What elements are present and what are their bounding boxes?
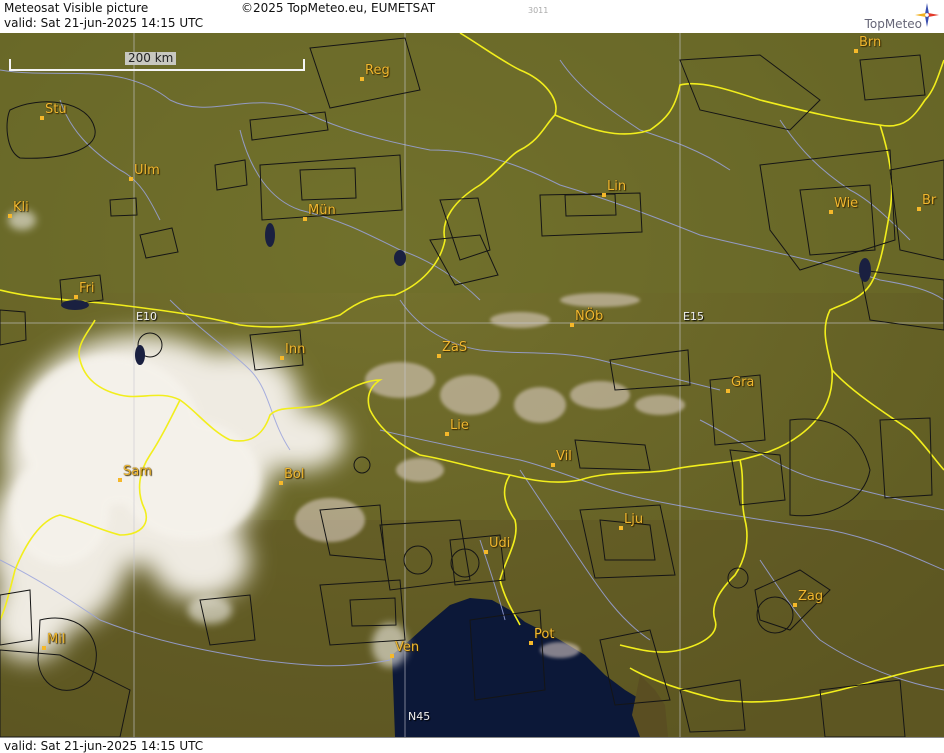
city-marker-lin	[602, 193, 606, 197]
grid-label-e15: E15	[683, 310, 704, 323]
city-marker-stu	[40, 116, 44, 120]
city-label-sam[interactable]: Sam	[123, 464, 152, 479]
valid-time: valid: Sat 21-jun-2025 14:15 UTC	[4, 16, 204, 30]
satellite-map[interactable]: 200 km E10 E15 N45 Reg Brn Stu Ulm Mün Lin Wie…	[0, 33, 944, 737]
grid-label-e10: E10	[136, 310, 157, 323]
city-marker-zas	[437, 354, 441, 358]
city-marker-lju	[619, 526, 623, 530]
city-label-fri[interactable]: Fri	[79, 281, 95, 296]
city-label-br[interactable]: Br	[922, 193, 936, 208]
map-title: Meteosat Visible picture	[4, 1, 149, 15]
city-marker-pot	[529, 641, 533, 645]
city-marker-br	[917, 207, 921, 211]
city-marker-vil	[551, 463, 555, 467]
city-label-vil[interactable]: Vil	[556, 449, 572, 464]
city-label-wie[interactable]: Wie	[834, 196, 858, 211]
city-label-bol[interactable]: Bol	[284, 467, 304, 482]
grid-label-n45: N45	[408, 710, 431, 723]
city-marker-gra	[726, 389, 730, 393]
city-label-udi[interactable]: Udi	[489, 536, 510, 551]
city-marker-mil	[42, 646, 46, 650]
city-label-lju[interactable]: Lju	[624, 512, 643, 527]
city-label-pot[interactable]: Pot	[534, 627, 554, 642]
city-marker-ulm	[129, 177, 133, 181]
city-label-nob[interactable]: NÖb	[575, 309, 603, 324]
weather-map-window: Meteosat Visible picture ©2025 TopMeteo.…	[0, 0, 944, 753]
city-marker-zag	[793, 603, 797, 607]
scale-bar-label: 200 km	[125, 52, 177, 65]
city-marker-nob	[570, 323, 574, 327]
city-label-lie[interactable]: Lie	[450, 418, 469, 433]
city-marker-lie	[445, 432, 449, 436]
city-label-ven[interactable]: Ven	[395, 640, 419, 655]
city-marker-kli	[8, 214, 12, 218]
footer-valid-time: valid: Sat 21-jun-2025 14:15 UTC	[4, 739, 204, 753]
city-marker-wie	[829, 210, 833, 214]
city-label-mil[interactable]: Mil	[47, 632, 65, 647]
footer-bar: valid: Sat 21-jun-2025 14:15 UTC	[0, 737, 944, 753]
city-label-zag[interactable]: Zag	[798, 589, 823, 604]
city-marker-reg	[360, 77, 364, 81]
city-marker-ven	[390, 654, 394, 658]
city-marker-mun	[303, 217, 307, 221]
city-marker-brn	[854, 49, 858, 53]
city-marker-sam	[118, 478, 122, 482]
city-label-gra[interactable]: Gra	[731, 375, 754, 390]
product-code: 3011	[528, 6, 549, 15]
city-marker-inn	[280, 356, 284, 360]
city-label-stu[interactable]: Stu	[45, 102, 67, 117]
map-canvas	[0, 33, 944, 737]
city-label-kli[interactable]: Kli	[13, 200, 29, 215]
city-marker-bol	[279, 481, 283, 485]
city-label-lin[interactable]: Lin	[607, 179, 626, 194]
city-marker-fri	[74, 295, 78, 299]
header-bar: Meteosat Visible picture ©2025 TopMeteo.…	[0, 0, 944, 34]
city-label-ulm[interactable]: Ulm	[134, 163, 160, 178]
city-label-reg[interactable]: Reg	[365, 63, 390, 78]
city-label-inn[interactable]: Inn	[285, 342, 305, 357]
copyright-notice: ©2025 TopMeteo.eu, EUMETSAT	[241, 1, 436, 15]
city-marker-udi	[484, 550, 488, 554]
compass-star-icon	[915, 3, 939, 27]
city-label-zas[interactable]: ZaS	[442, 340, 467, 355]
city-label-mun[interactable]: Mün	[308, 203, 336, 218]
city-label-brn[interactable]: Brn	[859, 35, 881, 50]
